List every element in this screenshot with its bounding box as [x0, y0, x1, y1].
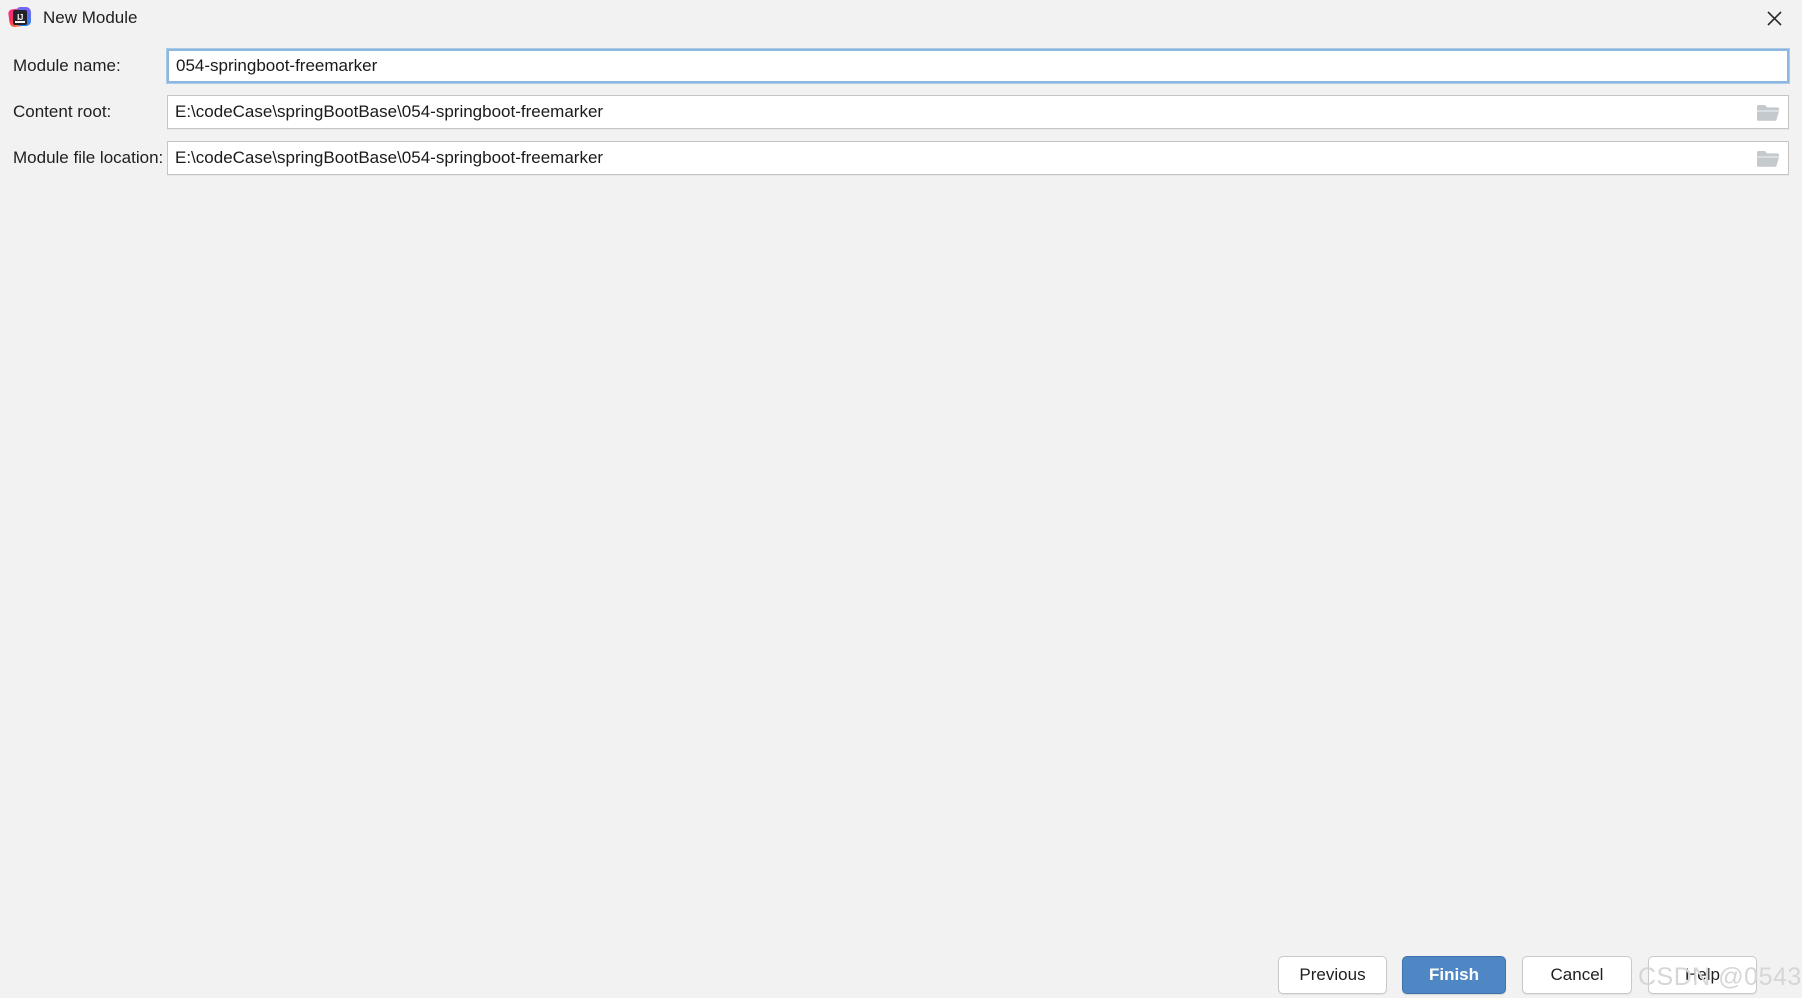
dialog-footer: Previous Finish Cancel Help: [0, 956, 1802, 998]
field-row-module-name: Module name:: [0, 48, 1802, 84]
window-titlebar: IJ New Module: [0, 0, 1802, 36]
module-name-label: Module name:: [13, 56, 121, 75]
folder-icon[interactable]: [1756, 102, 1780, 122]
finish-button[interactable]: Finish: [1402, 956, 1506, 994]
content-root-label: Content root:: [13, 102, 112, 121]
intellij-idea-icon: IJ: [7, 7, 31, 29]
module-file-location-field[interactable]: [167, 141, 1789, 175]
close-icon[interactable]: [1746, 0, 1802, 36]
module-name-field[interactable]: [166, 48, 1790, 84]
module-file-location-input[interactable]: [168, 148, 1788, 168]
folder-icon[interactable]: [1756, 148, 1780, 168]
field-row-module-file-location: Module file location:: [0, 141, 1802, 175]
content-root-input[interactable]: [168, 102, 1788, 122]
help-button[interactable]: Help: [1648, 956, 1757, 994]
previous-button[interactable]: Previous: [1278, 956, 1387, 994]
window-title: New Module: [43, 8, 138, 27]
module-file-location-label: Module file location:: [13, 148, 164, 167]
cancel-button[interactable]: Cancel: [1522, 956, 1632, 994]
field-row-content-root: Content root:: [0, 95, 1802, 129]
module-name-input[interactable]: [169, 56, 1787, 76]
content-root-field[interactable]: [167, 95, 1789, 129]
